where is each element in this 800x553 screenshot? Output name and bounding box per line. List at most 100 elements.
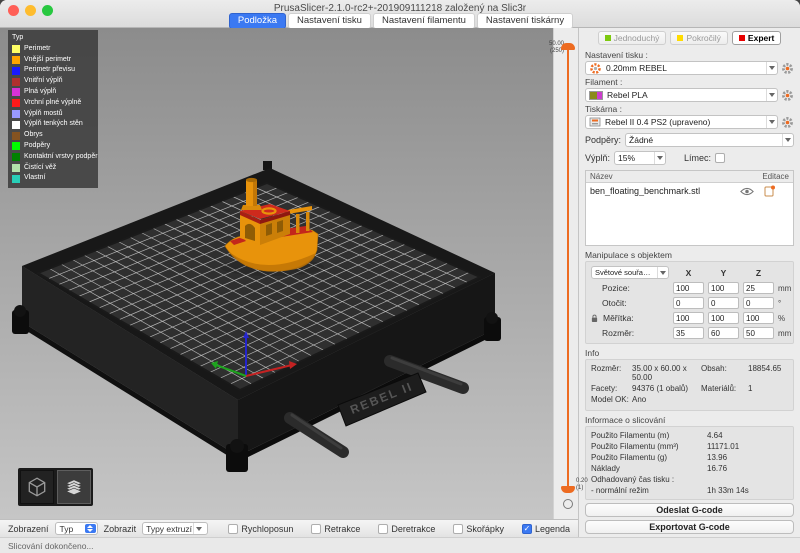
- brim-checkbox[interactable]: [715, 153, 725, 163]
- infill-combo[interactable]: 15%: [614, 151, 666, 165]
- manip-label-mtka: Měřítka:: [591, 313, 669, 323]
- legend-swatch: [12, 78, 20, 86]
- feature-filter-combo[interactable]: Typy extruzí: [142, 522, 208, 535]
- mode-label: Expert: [748, 33, 774, 43]
- legend-item-label: Podpěry: [24, 141, 50, 152]
- mode-jednoduchý[interactable]: Jednoduchý: [598, 31, 667, 45]
- manipulation-box: Světové souřadnice X Y Z Pozice:mmOtočit…: [585, 261, 794, 344]
- lock-icon[interactable]: [591, 314, 598, 323]
- eye-icon[interactable]: [740, 187, 754, 196]
- skořápky-checkbox[interactable]: [453, 524, 463, 534]
- edit-object-icon[interactable]: [764, 185, 775, 197]
- mode-expert[interactable]: Expert: [732, 31, 781, 45]
- 3d-viewport[interactable]: REBEL II: [0, 28, 553, 519]
- rychloposun-checkbox[interactable]: [228, 524, 238, 534]
- manip-input-x[interactable]: [673, 282, 704, 294]
- checkbox-legenda: ✓Legenda: [522, 524, 570, 534]
- tab-nastavení-tiskárny[interactable]: Nastavení tiskárny: [477, 13, 573, 29]
- legend-swatch: [12, 164, 20, 172]
- legend-item: Vrchní plné výplně: [12, 98, 94, 109]
- printer-gear-icon[interactable]: [781, 116, 794, 129]
- send-gcode-button[interactable]: Odeslat G-code: [585, 503, 794, 517]
- checkbox-label: Retrakce: [324, 524, 360, 534]
- legend-item-label: Vnitřní výplň: [24, 76, 63, 87]
- supports-label: Podpěry:: [585, 135, 621, 145]
- manip-input-x[interactable]: [673, 297, 704, 309]
- retrakce-checkbox[interactable]: [311, 524, 321, 534]
- info-label: Facety:: [591, 384, 629, 393]
- print-settings-gear-icon[interactable]: [781, 62, 794, 75]
- coord-system-combo[interactable]: Světové souřadnice: [591, 266, 669, 279]
- filament-color-swatch: [589, 91, 603, 100]
- manip-row-label: Měřítka:: [603, 313, 634, 323]
- mode-color-icon: [605, 35, 611, 41]
- slicing-value: 1h 33m 14s: [707, 486, 788, 495]
- legenda-checkbox[interactable]: ✓: [522, 524, 532, 534]
- slicing-label: Náklady: [591, 464, 703, 473]
- 3d-view-button[interactable]: [20, 470, 54, 504]
- tab-nastavení-tisku[interactable]: Nastavení tisku: [288, 13, 371, 29]
- layer-slider-bottom-handle[interactable]: [561, 486, 575, 493]
- legend-item: Vnitřní výplň: [12, 76, 94, 87]
- slicing-value: [707, 475, 788, 484]
- manip-input-z[interactable]: [743, 297, 774, 309]
- legend-item-label: Obrys: [24, 130, 43, 141]
- layer-slider-top-handle[interactable]: [561, 43, 575, 50]
- slicing-value: 4.64: [707, 431, 788, 440]
- select-stepper-icon: [85, 524, 96, 533]
- filament-label: Filament :: [585, 77, 794, 87]
- supports-combo[interactable]: Žádné: [625, 133, 794, 147]
- legend-item-label: Vrchní plné výplně: [24, 98, 81, 109]
- cube-icon: [26, 476, 48, 498]
- main-tabs: PodložkaNastavení tiskuNastavení filamen…: [0, 13, 800, 29]
- printer-combo[interactable]: Rebel II 0.4 PS2 (upraveno): [585, 115, 778, 129]
- object-list-row[interactable]: ben_floating_benchmark.stl: [586, 183, 793, 199]
- one-layer-mode-icon[interactable]: [563, 499, 573, 509]
- slicing-label: Použito Filamentu (m): [591, 431, 703, 440]
- manip-input-y[interactable]: [708, 282, 739, 294]
- slicing-value: 16.76: [707, 464, 788, 473]
- chevron-down-icon: [782, 134, 793, 146]
- filament-combo[interactable]: Rebel PLA: [585, 88, 778, 102]
- manip-input-x[interactable]: [673, 312, 704, 324]
- manip-input-z[interactable]: [743, 282, 774, 294]
- slicing-info-title: Informace o slicování: [585, 415, 794, 425]
- legend-item-label: Plná výplň: [24, 87, 56, 98]
- manip-input-y[interactable]: [708, 327, 739, 339]
- view-type-select[interactable]: Typ: [55, 522, 98, 535]
- manip-input-y[interactable]: [708, 297, 739, 309]
- info-title: Info: [585, 348, 794, 358]
- print-settings-combo[interactable]: 0.20mm REBEL: [585, 61, 778, 75]
- legend-item: Výplň mostů: [12, 109, 94, 120]
- legend-swatch: [12, 153, 20, 161]
- deretrakce-checkbox[interactable]: [378, 524, 388, 534]
- export-gcode-button[interactable]: Exportovat G-code: [585, 520, 794, 534]
- tab-nastavení-filamentu[interactable]: Nastavení filamentu: [373, 13, 475, 29]
- info-label: Model OK:: [591, 395, 629, 404]
- manip-input-x[interactable]: [673, 327, 704, 339]
- legend-swatch: [12, 56, 20, 64]
- preview-layers-button[interactable]: [57, 470, 91, 504]
- slicing-value: 13.96: [707, 453, 788, 462]
- manip-input-z[interactable]: [743, 327, 774, 339]
- tab-podložka[interactable]: Podložka: [229, 13, 286, 29]
- mode-color-icon: [739, 35, 745, 41]
- manip-input-y[interactable]: [708, 312, 739, 324]
- manip-label-otoit: Otočit:: [591, 298, 669, 308]
- slicing-label: Použito Filamentu (mm³): [591, 442, 703, 451]
- toolbar-checkboxes: RychloposunRetrakceDeretrakceSkořápky✓Le…: [228, 524, 570, 534]
- manip-input-z[interactable]: [743, 312, 774, 324]
- manip-unit: mm: [778, 329, 792, 338]
- legend-swatch: [12, 132, 20, 140]
- legend-swatch: [12, 45, 20, 53]
- manip-row-label: Pozice:: [602, 283, 630, 293]
- slicing-info-box: Použito Filamentu (m) 4.64 Použito Filamen…: [585, 426, 794, 500]
- mode-pokročilý[interactable]: Pokročilý: [670, 31, 727, 45]
- checkbox-retrakce: Retrakce: [311, 524, 360, 534]
- layer-slider-track[interactable]: [567, 48, 569, 489]
- filament-gear-icon[interactable]: [781, 89, 794, 102]
- mode-label: Jednoduchý: [614, 33, 660, 43]
- slicing-label: - normální režim: [591, 486, 703, 495]
- zobrazeni-label: Zobrazení: [8, 524, 49, 534]
- legend-item: Obrys: [12, 130, 94, 141]
